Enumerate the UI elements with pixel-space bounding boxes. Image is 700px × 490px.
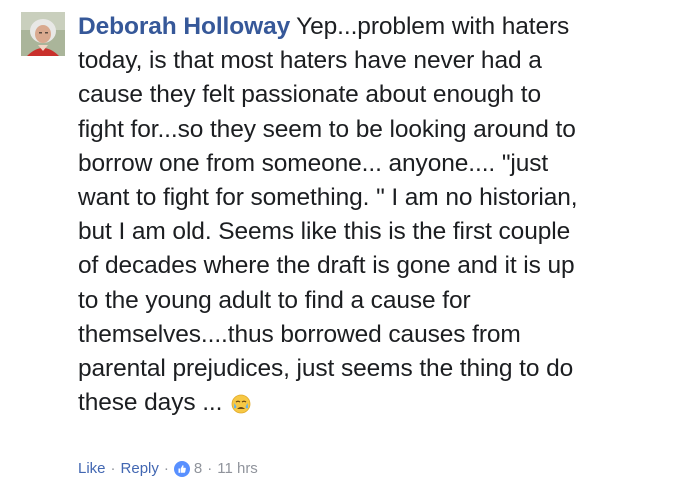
comment-text: these days ... bbox=[78, 389, 223, 417]
comment-text: Yep...problem with haters bbox=[296, 13, 570, 40]
timestamp[interactable]: 11 hrs bbox=[217, 458, 258, 480]
like-button[interactable]: Like bbox=[78, 458, 106, 480]
crying-face-icon bbox=[231, 390, 251, 414]
reply-button[interactable]: Reply bbox=[121, 458, 159, 480]
comment-text: fight for...so they seem to be looking a… bbox=[78, 115, 576, 143]
comment-line-1: Deborah Holloway Yep...problem with hater… bbox=[78, 10, 690, 44]
comment-line-last: these days ... bbox=[78, 386, 690, 420]
comment-text: borrow one from someone... anyone.... "j… bbox=[78, 149, 549, 177]
reaction-count[interactable]: 8 bbox=[173, 458, 203, 480]
comment-text: cause they felt passionate about enough … bbox=[78, 81, 542, 109]
author-name[interactable]: Deborah Holloway bbox=[78, 13, 290, 40]
comment-text: of decades where the draft is gone and i… bbox=[78, 252, 575, 280]
thumbs-up-icon bbox=[173, 461, 190, 477]
comment-text: want to fight for something. " I am no h… bbox=[78, 184, 578, 212]
comment-text: to the young adult to find a cause for bbox=[78, 286, 471, 314]
comment-body: Deborah Holloway Yep...problem with hater… bbox=[78, 10, 690, 420]
reaction-count-value: 8 bbox=[193, 460, 203, 477]
avatar-photo bbox=[21, 12, 65, 56]
comment: Deborah Holloway Yep...problem with hater… bbox=[0, 0, 700, 490]
comment-text: but I am old. Seems like this is the fir… bbox=[78, 218, 571, 246]
separator: · bbox=[163, 460, 169, 477]
separator: · bbox=[110, 460, 116, 477]
comment-actions: Like · Reply · 8 · 11 hrs bbox=[78, 458, 258, 480]
separator: · bbox=[207, 460, 213, 477]
comment-text: themselves....thus borrowed causes from bbox=[78, 320, 521, 348]
comment-text: today, is that most haters have never ha… bbox=[78, 47, 542, 75]
comment-text: parental prejudices, just seems the thin… bbox=[78, 355, 574, 383]
avatar[interactable] bbox=[21, 12, 65, 56]
